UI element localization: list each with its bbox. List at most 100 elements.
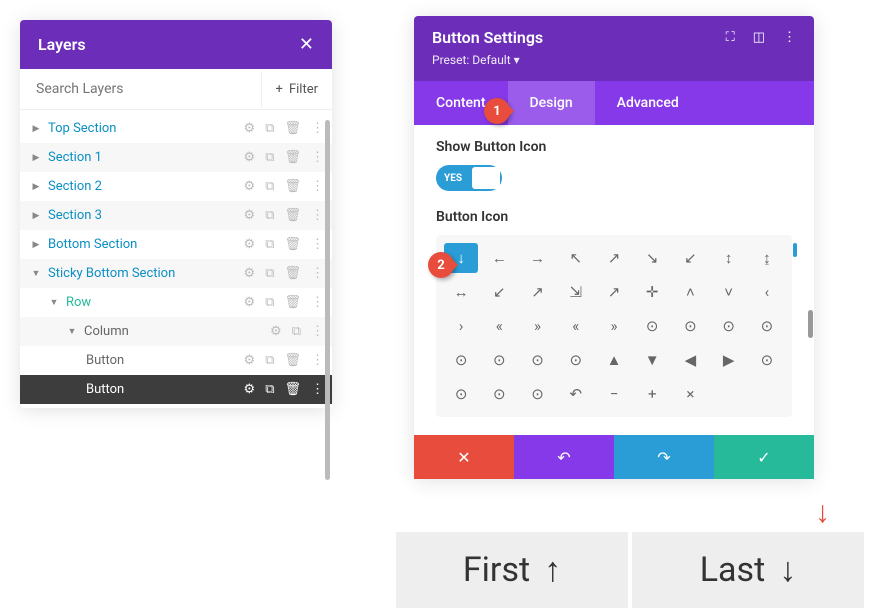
collapse-icon[interactable]: ▼ — [64, 326, 80, 337]
expand-icon[interactable]: ▶ — [28, 211, 44, 221]
copy-icon[interactable]: ⧉ — [265, 295, 274, 310]
trash-icon[interactable]: 🗑 — [284, 237, 301, 252]
icon-option[interactable]: ◀ — [673, 345, 707, 375]
copy-icon[interactable]: ⧉ — [292, 324, 301, 339]
more-icon[interactable]: ⋮ — [311, 324, 324, 339]
copy-icon[interactable]: ⧉ — [265, 150, 274, 165]
icon-option[interactable]: ↗ — [597, 277, 631, 307]
close-icon[interactable]: ✕ — [299, 34, 314, 55]
icon-option[interactable]: ‹ — [750, 277, 784, 307]
layer-row[interactable]: ▼Column⚙⧉⋮ — [20, 317, 332, 346]
scrollbar[interactable] — [793, 243, 797, 257]
icon-option[interactable]: › — [444, 311, 478, 341]
layer-row[interactable]: ▶Section 3⚙⧉🗑⋮ — [20, 201, 332, 230]
icon-option[interactable]: ⊙ — [444, 379, 478, 409]
icon-option[interactable]: ⊙ — [559, 345, 593, 375]
layer-row[interactable]: ▶Bottom Section⚙⧉🗑⋮ — [20, 230, 332, 259]
more-icon[interactable]: ⋮ — [311, 237, 324, 252]
gear-icon[interactable]: ⚙ — [244, 353, 256, 368]
scrollbar[interactable] — [808, 310, 813, 338]
copy-icon[interactable]: ⧉ — [265, 179, 274, 194]
copy-icon[interactable]: ⧉ — [265, 266, 274, 281]
icon-option[interactable]: ⊙ — [635, 311, 669, 341]
more-icon[interactable]: ⋮ — [311, 208, 324, 223]
gear-icon[interactable]: ⚙ — [244, 382, 256, 397]
trash-icon[interactable]: 🗑 — [284, 266, 301, 281]
copy-icon[interactable]: ⧉ — [265, 382, 274, 397]
icon-option[interactable]: ↔ — [444, 277, 478, 307]
cancel-button[interactable]: ✕ — [414, 435, 514, 479]
icon-option[interactable]: ⊙ — [750, 311, 784, 341]
more-icon[interactable]: ⋮ — [311, 121, 324, 136]
redo-button[interactable]: ↷ — [614, 435, 714, 479]
gear-icon[interactable]: ⚙ — [244, 237, 256, 252]
icon-option[interactable]: ⊙ — [444, 345, 478, 375]
expand-icon[interactable]: ▶ — [28, 124, 44, 134]
show-icon-toggle[interactable]: YES — [436, 165, 502, 191]
search-input[interactable] — [20, 69, 261, 109]
copy-icon[interactable]: ⧉ — [265, 353, 274, 368]
layer-row[interactable]: ▼Row⚙⧉🗑⋮ — [20, 288, 332, 317]
gear-icon[interactable]: ⚙ — [244, 266, 256, 281]
layer-row-selected[interactable]: Button⚙⧉🗑⋮ — [20, 375, 332, 404]
layer-row[interactable]: Button⚙⧉🗑⋮ — [20, 346, 332, 375]
gear-icon[interactable]: ⚙ — [244, 121, 256, 136]
gear-icon[interactable]: ⚙ — [270, 324, 282, 339]
collapse-icon[interactable]: ▼ — [28, 268, 44, 279]
more-icon[interactable]: ⋮ — [311, 382, 324, 397]
icon-option[interactable]: ↙ — [673, 243, 707, 273]
copy-icon[interactable]: ⧉ — [265, 208, 274, 223]
expand-icon[interactable]: ⛶ — [726, 30, 735, 45]
icon-option[interactable]: ⊙ — [673, 311, 707, 341]
icon-option[interactable]: ↶ — [559, 379, 593, 409]
expand-icon[interactable]: ▶ — [28, 240, 44, 250]
more-icon[interactable]: ⋮ — [311, 266, 324, 281]
icon-option[interactable]: ✛ — [635, 277, 669, 307]
more-icon[interactable]: ⋮ — [311, 179, 324, 194]
icon-option[interactable]: ⊙ — [520, 379, 554, 409]
first-button[interactable]: First↑ — [396, 532, 628, 608]
layer-row[interactable]: ▶Top Section⚙⧉🗑⋮ — [20, 114, 332, 143]
layer-row[interactable]: ▶Section 1⚙⧉🗑⋮ — [20, 143, 332, 172]
tab-design[interactable]: Design — [508, 81, 595, 125]
icon-option[interactable]: → — [520, 243, 554, 273]
icon-option[interactable]: ⊙ — [750, 345, 784, 375]
gear-icon[interactable]: ⚙ — [244, 179, 256, 194]
icon-option[interactable]: + — [635, 379, 669, 409]
undo-button[interactable]: ↶ — [514, 435, 614, 479]
icon-option[interactable]: ⊙ — [520, 345, 554, 375]
preset-selector[interactable]: Preset: Default ▾ — [432, 53, 796, 67]
icon-option[interactable]: ↗ — [520, 277, 554, 307]
icon-option[interactable]: ↗ — [597, 243, 631, 273]
trash-icon[interactable]: 🗑 — [284, 353, 301, 368]
more-icon[interactable]: ⋮ — [783, 30, 796, 45]
expand-icon[interactable]: ▶ — [28, 182, 44, 192]
icon-option[interactable]: « — [482, 311, 516, 341]
copy-icon[interactable]: ⧉ — [265, 237, 274, 252]
more-icon[interactable]: ⋮ — [311, 295, 324, 310]
icon-option[interactable]: ⊙ — [482, 379, 516, 409]
scrollbar[interactable] — [325, 120, 330, 480]
icon-option[interactable]: ▶ — [712, 345, 746, 375]
icon-option[interactable]: − — [597, 379, 631, 409]
icon-option[interactable]: ˅ — [712, 277, 746, 307]
icon-option[interactable]: ↨ — [750, 243, 784, 273]
icon-option[interactable]: ⇲ — [559, 277, 593, 307]
icon-option[interactable]: « — [559, 311, 593, 341]
collapse-icon[interactable]: ▼ — [46, 297, 62, 308]
icon-option[interactable]: ▲ — [597, 345, 631, 375]
icon-option[interactable]: » — [597, 311, 631, 341]
layer-row[interactable]: ▶Section 2⚙⧉🗑⋮ — [20, 172, 332, 201]
trash-icon[interactable]: 🗑 — [284, 382, 301, 397]
icon-option[interactable]: ↘ — [635, 243, 669, 273]
icon-option[interactable]: ▼ — [635, 345, 669, 375]
icon-option[interactable]: » — [520, 311, 554, 341]
gear-icon[interactable]: ⚙ — [244, 295, 256, 310]
filter-button[interactable]: +Filter — [261, 72, 332, 107]
more-icon[interactable]: ⋮ — [311, 353, 324, 368]
tab-advanced[interactable]: Advanced — [595, 81, 701, 125]
gear-icon[interactable]: ⚙ — [244, 208, 256, 223]
more-icon[interactable]: ⋮ — [311, 150, 324, 165]
trash-icon[interactable]: 🗑 — [284, 295, 301, 310]
dock-icon[interactable]: ◫ — [753, 30, 765, 45]
